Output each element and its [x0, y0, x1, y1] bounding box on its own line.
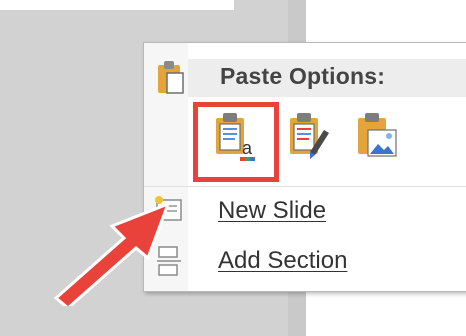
add-section-label: Add Section	[218, 247, 348, 274]
paste-picture-icon	[358, 113, 397, 157]
menu-divider	[144, 186, 466, 187]
annotation-arrow	[53, 201, 171, 306]
add-section-menu-item[interactable]: Add Section	[144, 239, 466, 283]
new-slide-menu-item[interactable]: New Slide	[144, 189, 466, 233]
clipboard-icon	[156, 59, 186, 97]
paste-keep-source-formatting-icon	[290, 113, 329, 159]
selected-paste-option-highlight	[193, 102, 279, 182]
slide-thumbnail[interactable]	[0, 0, 234, 10]
paste-options-label: Paste Options:	[220, 63, 386, 89]
new-slide-label: New Slide	[218, 197, 327, 224]
context-menu: Paste Options: a New Slide Add Section	[143, 42, 466, 292]
paste-keep-source-formatting-button[interactable]	[280, 106, 340, 168]
paste-picture-button[interactable]	[348, 106, 408, 168]
